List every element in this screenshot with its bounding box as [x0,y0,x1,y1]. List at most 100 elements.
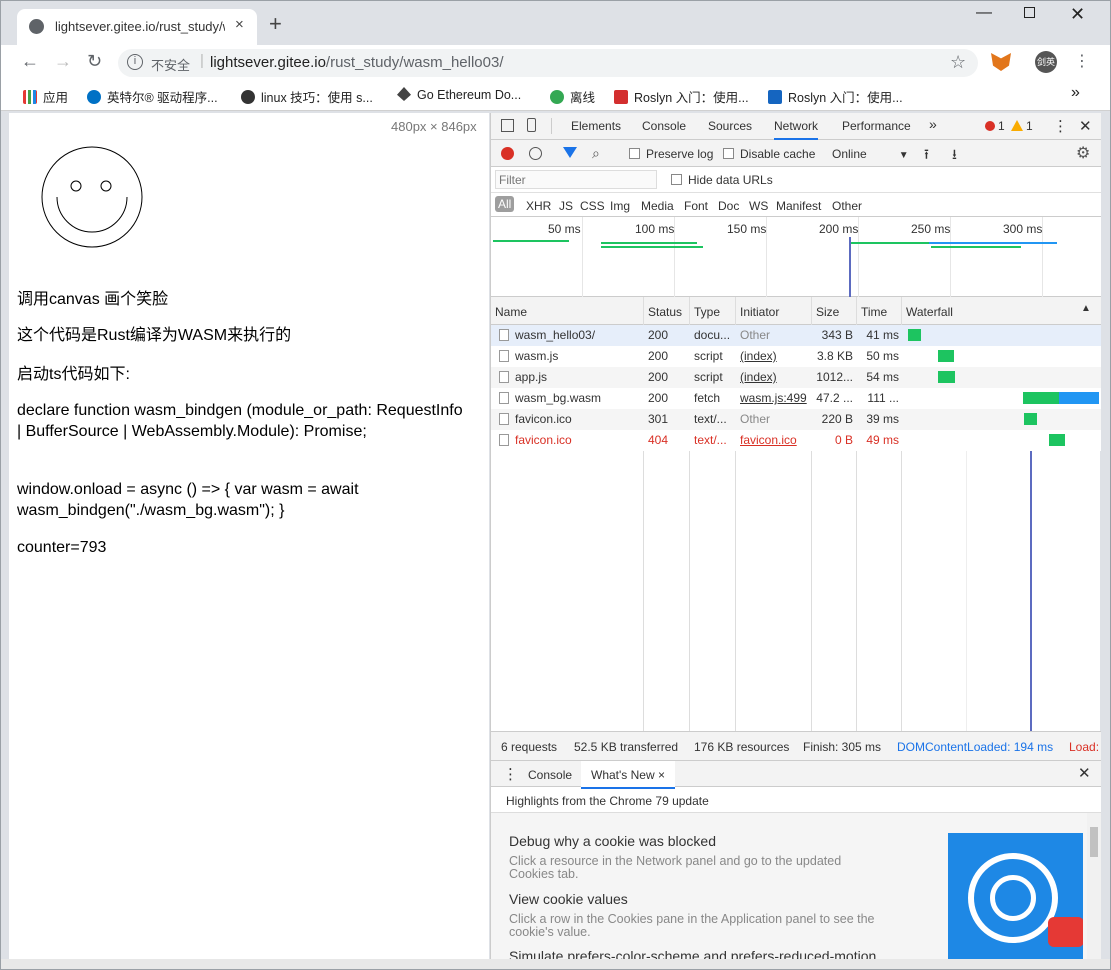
checkbox-box[interactable] [723,148,734,159]
back-arrow-icon[interactable]: ← [21,51,39,72]
type-filter-other[interactable]: Other [832,199,862,213]
bookmark-offline[interactable]: 离线 [550,87,595,106]
bookmark-roslyn-2[interactable]: Roslyn 入门：使用... [768,87,903,106]
metamask-fox-icon[interactable] [991,53,1011,71]
type-filter-all[interactable]: All [495,196,515,212]
url-text[interactable]: lightsever.gitee.io/rust_study/wasm_hell… [210,54,504,71]
export-har-icon[interactable]: ⭳ [952,144,957,168]
overview-timeline: 50 ms 100 ms 150 ms 200 ms 250 ms 300 ms [491,217,1101,297]
inspect-element-icon[interactable] [501,119,514,132]
close-icon[interactable]: × [658,768,665,782]
type-filter-font[interactable]: Font [684,199,708,213]
whats-new-card[interactable]: View cookie values Click a row in the Co… [509,891,879,939]
column-waterfall[interactable]: Waterfall [906,305,953,319]
file-icon [499,434,509,446]
error-icon[interactable] [985,121,995,131]
smiley-right-eye [100,180,112,192]
drawer-close-icon[interactable]: ✕ [1078,764,1091,782]
request-initiator[interactable]: (index) [740,346,808,367]
filter-input[interactable] [495,170,657,189]
column-time[interactable]: Time [861,305,887,319]
type-filter-xhr[interactable]: XHR [526,199,551,213]
tab-network[interactable]: Network [774,119,819,140]
record-icon[interactable] [501,147,514,160]
type-filter-css[interactable]: CSS [580,199,605,213]
gear-icon[interactable]: ⚙ [1076,143,1090,163]
bookmarks-overflow-button[interactable]: » [1071,84,1080,102]
whats-new-card[interactable]: Simulate prefers-color-scheme and prefer… [509,948,876,959]
url-path: /rust_study/wasm_hello03/ [325,54,504,71]
table-row[interactable]: favicon.ico 301 text/... Other 220 B 39 ms [491,409,1101,430]
column-type[interactable]: Type [694,305,720,319]
address-bar[interactable]: i 不安全 | lightsever.gitee.io/rust_study/w… [118,49,978,77]
smiley-mouth [56,196,128,233]
table-row[interactable]: app.js 200 script (index) 1012... 54 ms [491,367,1101,388]
search-icon[interactable]: ⌕ [592,145,600,162]
preserve-log-checkbox[interactable]: Preserve log [629,147,713,161]
drawer-tab-whats-new[interactable]: What's New × [581,761,675,789]
reload-icon[interactable]: ↻ [87,51,102,72]
sort-up-icon[interactable]: ▲ [1081,303,1091,314]
request-initiator[interactable]: favicon.ico [740,430,808,451]
table-row[interactable]: wasm_bg.wasm 200 fetch wasm.js:499 47.2 ... 1… [491,388,1101,409]
column-initiator[interactable]: Initiator [740,305,779,319]
type-filter-js[interactable]: JS [559,199,573,213]
filter-funnel-icon[interactable] [563,147,577,158]
overview-bar [601,242,697,244]
table-row[interactable]: wasm.js 200 script (index) 3.8 KB 50 ms [491,346,1101,367]
tab-close-button[interactable]: × [235,16,244,33]
maximize-button[interactable] [1024,7,1035,18]
bookmark-apps[interactable]: 应用 [23,87,68,106]
type-filter-doc[interactable]: Doc [718,199,739,213]
throttle-select[interactable]: Online ▼ [832,147,909,161]
warning-icon[interactable] [1011,120,1023,131]
forward-arrow-icon[interactable]: → [54,51,72,72]
youtube-play-icon[interactable] [1048,917,1083,947]
info-icon[interactable]: i [127,54,143,70]
checkbox-box[interactable] [629,148,640,159]
disable-cache-checkbox[interactable]: Disable cache [723,147,815,161]
type-filter-media[interactable]: Media [641,199,674,213]
bookmark-intel[interactable]: 英特尔® 驱动程序... [87,87,218,106]
clear-icon[interactable] [529,147,542,160]
table-row[interactable]: favicon.ico 404 text/... favicon.ico 0 B 49 m… [491,430,1101,451]
column-status[interactable]: Status [648,305,682,319]
browser-tab[interactable]: lightsever.gitee.io/rust_study/w × [17,9,257,45]
checkbox-box[interactable] [671,174,682,185]
tab-elements[interactable]: Elements [571,119,621,133]
browser-menu-icon[interactable]: ⋮ [1074,51,1090,71]
tab-sources[interactable]: Sources [708,119,752,133]
drawer-menu-icon[interactable]: ⋮ [503,765,518,783]
bookmark-roslyn-1[interactable]: Roslyn 入门：使用... [614,87,749,106]
type-filter-manifest[interactable]: Manifest [776,199,821,213]
profile-avatar[interactable]: 剑英 [1035,51,1057,73]
bookmark-linux[interactable]: linux 技巧：使用 s... [241,87,373,106]
whats-new-card[interactable]: Debug why a cookie was blocked Click a r… [509,833,879,881]
type-filter-ws[interactable]: WS [749,199,768,213]
request-initiator[interactable]: (index) [740,367,808,388]
new-tab-button[interactable]: + [269,13,282,35]
request-initiator[interactable]: wasm.js:499 [740,388,808,409]
devtools-menu-icon[interactable]: ⋮ [1053,117,1068,135]
column-name[interactable]: Name [495,305,527,319]
bookmark-ethereum[interactable]: Go Ethereum Do... [397,87,521,102]
scrollbar-thumb[interactable] [1090,827,1098,857]
drawer-scrollbar[interactable] [1087,813,1101,959]
network-toolbar: ⌕ Preserve log Disable cache Online ▼ ⭱ ⭳… [491,140,1101,167]
import-har-icon[interactable]: ⭱ [924,144,929,168]
more-tabs-button[interactable]: » [929,116,937,132]
table-row[interactable]: wasm_hello03/200 docu... Other 343 B 41 ms [491,325,1101,346]
hide-data-urls-checkbox[interactable]: Hide data URLs [671,173,773,187]
devtools-close-icon[interactable]: ✕ [1079,117,1092,135]
drawer-tab-console[interactable]: Console [528,768,572,782]
devtools-drawer: ⋮ Console What's New × ✕ Highlights from… [491,761,1101,959]
column-size[interactable]: Size [816,305,839,319]
devtools-tab-bar: Elements Console Sources Network Perform… [491,113,1101,140]
tab-performance[interactable]: Performance [842,119,911,133]
tab-console[interactable]: Console [642,119,686,133]
bookmark-star-icon[interactable]: ☆ [950,52,966,73]
minimize-button[interactable]: — [976,4,992,22]
window-close-button[interactable]: ✕ [1070,4,1085,25]
type-filter-img[interactable]: Img [610,199,630,213]
device-toolbar-icon[interactable] [527,118,536,132]
